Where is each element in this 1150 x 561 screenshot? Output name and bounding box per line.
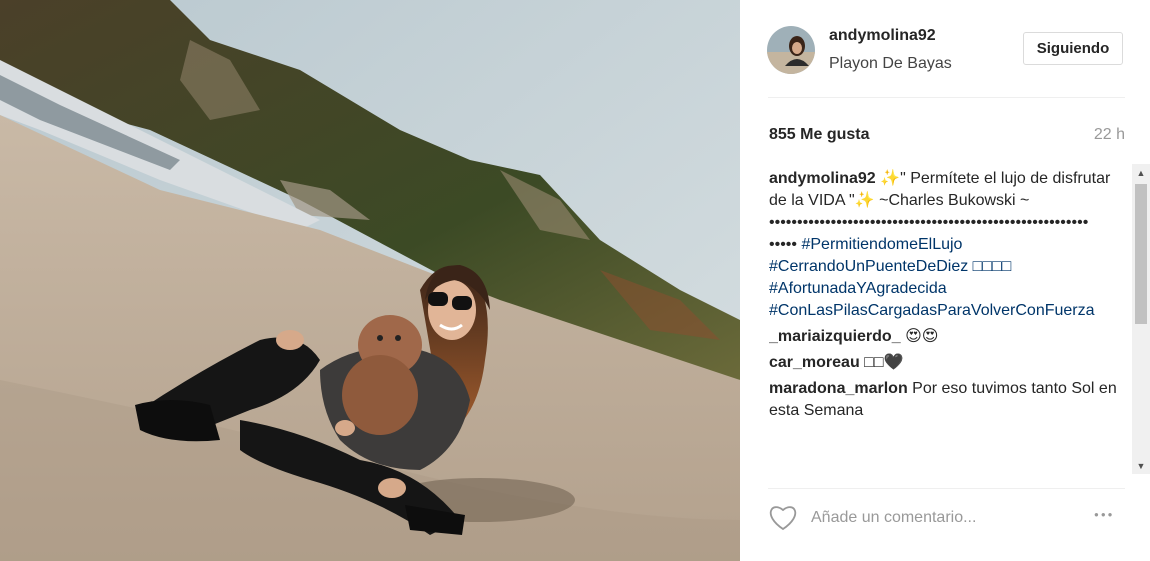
post-header: andymolina92 Playon De Bayas Siguiendo [740,0,1150,97]
caption-dots-prefix: ••••• [769,236,798,253]
header-divider [768,97,1125,98]
caption-dots-line: ••••••••••••••••••••••••••••••••••••••••… [769,214,1089,231]
like-count[interactable]: 855 Me gusta [769,126,869,144]
comments-scrollbar[interactable]: ▲ ▼ [1132,164,1150,474]
caption: andymolina92 ✨" Permítete el lujo de dis… [769,168,1131,322]
comment-username[interactable]: _mariaizquierdo_ [769,328,901,345]
comment: _mariaizquierdo_ 😍😍 [769,326,1131,348]
comment-username[interactable]: maradona_marlon [769,380,908,397]
comment-input[interactable] [811,503,1071,533]
scroll-down-arrow-icon[interactable]: ▼ [1132,457,1150,474]
post-location[interactable]: Playon De Bayas [829,55,952,73]
post-username[interactable]: andymolina92 [829,27,936,45]
scrollbar-thumb[interactable] [1135,184,1147,324]
comment-username[interactable]: car_moreau [769,354,860,371]
comment-text: □□🖤 [864,354,904,371]
comment: maradona_marlon Por eso tuvimos tanto So… [769,378,1131,422]
post-details-panel: andymolina92 Playon De Bayas Siguiendo 8… [740,0,1150,561]
comment-text: 😍😍 [905,328,939,345]
caption-username[interactable]: andymolina92 [769,170,876,187]
hashtag-link[interactable]: #CerrandoUnPuenteDeDiez □□□□ [769,258,1011,275]
hashtag-link[interactable]: #AfortunadaYAgradecida [769,280,947,297]
following-button[interactable]: Siguiendo [1023,32,1123,65]
footer-divider [768,488,1125,489]
hashtag-link[interactable]: #ConLasPilasCargadasParaVolverConFuerza [769,302,1095,319]
post-timestamp[interactable]: 22 h [1094,126,1125,144]
add-comment-bar: ●●● [740,490,1150,545]
avatar[interactable] [767,26,815,74]
more-options-icon[interactable]: ●●● [1094,510,1115,519]
comments-list: andymolina92 ✨" Permítete el lujo de dis… [769,168,1131,473]
post-photo[interactable] [0,0,740,561]
hashtag-link[interactable]: #PermitiendomeElLujo [801,236,962,253]
heart-icon[interactable] [768,504,798,536]
comment: car_moreau □□🖤 [769,352,1131,374]
scroll-up-arrow-icon[interactable]: ▲ [1132,164,1150,181]
